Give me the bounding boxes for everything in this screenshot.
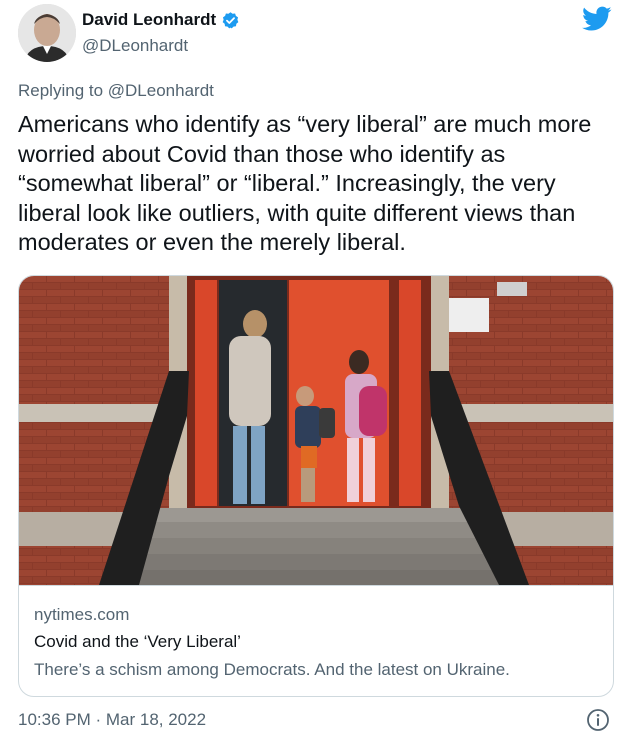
info-icon[interactable] xyxy=(586,708,610,732)
card-title: Covid and the ‘Very Liberal’ xyxy=(34,632,241,651)
card-domain: nytimes.com xyxy=(34,605,130,624)
card-description: There’s a schism among Democrats. And th… xyxy=(34,660,510,679)
article-image xyxy=(19,276,613,585)
tweet-timestamp[interactable]: 10:36 PM · Mar 18, 2022 xyxy=(18,710,206,730)
avatar-photo xyxy=(18,4,76,62)
author-name-row[interactable]: David Leonhardt xyxy=(82,10,240,30)
author-avatar[interactable] xyxy=(18,4,76,62)
author-handle[interactable]: @DLeonhardt xyxy=(82,36,188,56)
tweet-text: Americans who identify as “very liberal”… xyxy=(18,111,592,255)
verified-badge-icon xyxy=(221,11,240,30)
author-display-name[interactable]: David Leonhardt xyxy=(82,10,216,30)
reply-context[interactable]: Replying to @DLeonhardt xyxy=(18,81,214,101)
card-divider xyxy=(19,585,613,586)
link-card[interactable]: nytimes.com Covid and the ‘Very Liberal’… xyxy=(18,275,614,697)
twitter-bird-icon[interactable] xyxy=(582,6,612,32)
